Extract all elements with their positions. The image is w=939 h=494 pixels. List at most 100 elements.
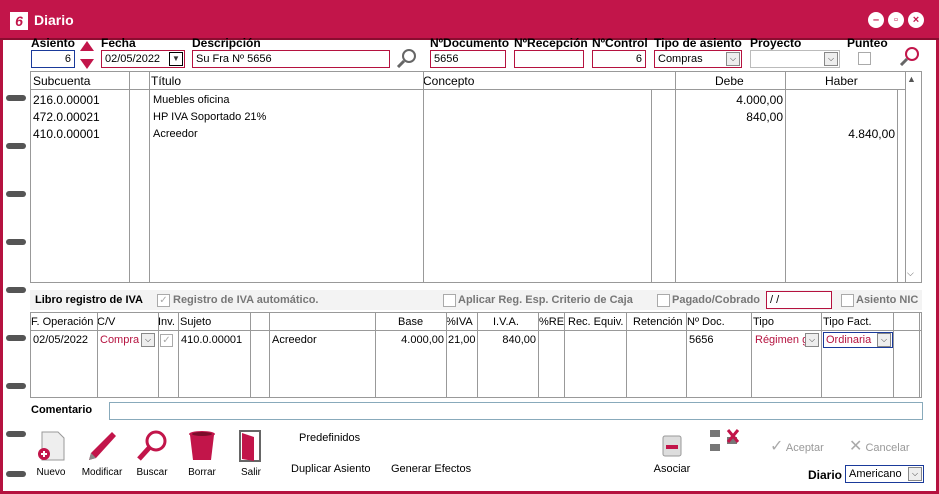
col-haber: Haber [825, 74, 858, 88]
descripcion-input[interactable]: Su Fra Nº 5656 [192, 50, 390, 68]
col-divider [651, 90, 652, 282]
aceptar-button[interactable]: ✓ Aceptar [770, 436, 824, 456]
pagado-checkbox[interactable] [657, 294, 670, 307]
punteo-checkbox[interactable] [858, 52, 871, 65]
chevron-down-icon[interactable]: ⌵ [141, 333, 155, 347]
binder-ring [6, 383, 26, 389]
iva-ndoc: 5656 [689, 334, 714, 346]
date-dropdown-icon[interactable]: ▼ [169, 52, 183, 66]
iva-section-label: Libro registro de IVA [35, 294, 143, 306]
col-divider [446, 313, 447, 397]
col-ndoc: Nº Doc. [687, 316, 725, 328]
row-titulo: Muebles oficina [153, 94, 230, 106]
iva-cv: Compra [100, 334, 140, 346]
chevron-down-icon[interactable]: ⌵ [908, 467, 922, 481]
diario-select[interactable]: Americano ⌵ [845, 465, 924, 483]
ncontrol-input[interactable]: 6 [592, 50, 646, 68]
asiento-input[interactable]: 6 [31, 50, 75, 68]
col-divider [423, 72, 424, 282]
window-title: Diario [34, 12, 74, 28]
generar-efectos-button[interactable]: Generar Efectos [391, 463, 471, 475]
iva-sujeto: 410.0.00001 [181, 334, 243, 346]
predefinidos-button[interactable]: Predefinidos [299, 432, 360, 444]
col-divider [564, 313, 565, 397]
row-debe: 840,00 [746, 110, 783, 124]
asiento-stepper-icon[interactable] [80, 41, 94, 69]
cancelar-label: Cancelar [865, 442, 910, 454]
salir-button[interactable]: Salir [236, 430, 266, 478]
col-divider [129, 72, 130, 282]
iva-iva: 840,00 [502, 334, 536, 346]
maximize-icon[interactable]: ▫ [888, 12, 904, 28]
nrecepcion-label: NºRecepción [514, 36, 588, 50]
comentario-input[interactable] [109, 402, 923, 420]
row-subcuenta: 216.0.00001 [33, 93, 100, 107]
asiento-nic-checkbox[interactable] [841, 294, 854, 307]
col-sujeto: Sujeto [180, 316, 212, 328]
check-icon: ✓ [770, 438, 784, 455]
col-base: Base [398, 316, 424, 328]
inv-checkbox[interactable]: ✓ [160, 334, 173, 347]
tipo-fact-value: Ordinaria [826, 334, 872, 346]
row-subcuenta: 410.0.00001 [33, 127, 100, 141]
borrar-button[interactable]: Borrar [185, 430, 219, 478]
search-descripcion-icon[interactable] [396, 48, 418, 68]
col-titulo: Título [151, 74, 182, 88]
col-divider [178, 313, 179, 397]
row-titulo: Acreedor [153, 128, 198, 140]
close-icon[interactable]: × [908, 12, 924, 28]
col-divider [626, 313, 627, 397]
network-icon[interactable] [708, 428, 740, 454]
iva-nombre: Acreedor [272, 334, 317, 346]
col-divider [269, 313, 270, 397]
chevron-down-icon[interactable]: ⌵ [805, 333, 819, 347]
chevron-down-icon[interactable]: ⌵ [726, 52, 740, 66]
iva-tipo: Régimen g [755, 334, 805, 346]
chevron-down-icon[interactable]: ⌵ [877, 333, 891, 347]
diario-value: Americano [849, 468, 902, 480]
pencil-icon [89, 432, 116, 460]
proyecto-label: Proyecto [750, 36, 802, 50]
nrecepcion-input[interactable] [514, 50, 584, 68]
modificar-button[interactable]: Modificar [80, 430, 124, 478]
col-f-operacion: F. Operación [31, 316, 94, 328]
ndocumento-input[interactable]: 5656 [430, 50, 506, 68]
proyecto-select[interactable]: ⌵ [750, 50, 840, 68]
duplicar-asiento-button[interactable]: Duplicar Asiento [291, 463, 371, 475]
pagado-date-input[interactable]: / / [766, 291, 832, 309]
scroll-up-icon[interactable]: ▲ [907, 74, 916, 84]
fecha-value: 02/05/2022 [105, 53, 161, 65]
col-inv: Inv. [158, 316, 175, 328]
nuevo-button[interactable]: Nuevo [34, 430, 68, 478]
descripcion-label: Descripción [192, 36, 261, 50]
col-divider [538, 313, 539, 397]
fecha-input[interactable]: 02/05/2022 ▼ [101, 50, 185, 68]
iva-piva: 21,00 [448, 334, 476, 346]
col-divider [158, 313, 159, 397]
col-piva: %IVA [446, 316, 473, 328]
iva-grid[interactable]: F. Operación C/V Inv. Sujeto Base %IVA I… [30, 312, 922, 398]
ncontrol-label: NºControl [592, 36, 648, 50]
app-logo: 6 [10, 12, 28, 30]
cancelar-button[interactable]: ✕ Cancelar [849, 436, 910, 456]
salir-label: Salir [240, 467, 261, 478]
chevron-down-icon[interactable]: ⌵ [824, 52, 838, 66]
minimize-icon[interactable]: – [868, 12, 884, 28]
buscar-button[interactable]: Buscar [134, 430, 170, 478]
binder-ring [6, 191, 26, 197]
row-haber: 4.840,00 [848, 127, 895, 141]
borrar-label: Borrar [188, 467, 216, 478]
aplicar-reg-checkbox[interactable] [443, 294, 456, 307]
col-retencion: Retención [633, 316, 683, 328]
registro-auto-checkbox[interactable]: ✓ [157, 294, 170, 307]
col-subcuenta: Subcuenta [33, 74, 91, 88]
col-divider [821, 313, 822, 397]
binder-ring [6, 431, 26, 437]
scroll-down-icon[interactable]: ⌵ [907, 268, 914, 279]
lines-grid[interactable]: Subcuenta Título Concepto Debe Haber 216… [30, 71, 922, 283]
col-concepto: Concepto [423, 74, 475, 88]
tipo-fact-select[interactable]: Ordinaria ⌵ [823, 332, 893, 348]
tipo-asiento-select[interactable]: Compras ⌵ [654, 50, 742, 68]
search-icon[interactable] [898, 46, 920, 66]
asociar-button[interactable]: Asociar [650, 434, 694, 475]
